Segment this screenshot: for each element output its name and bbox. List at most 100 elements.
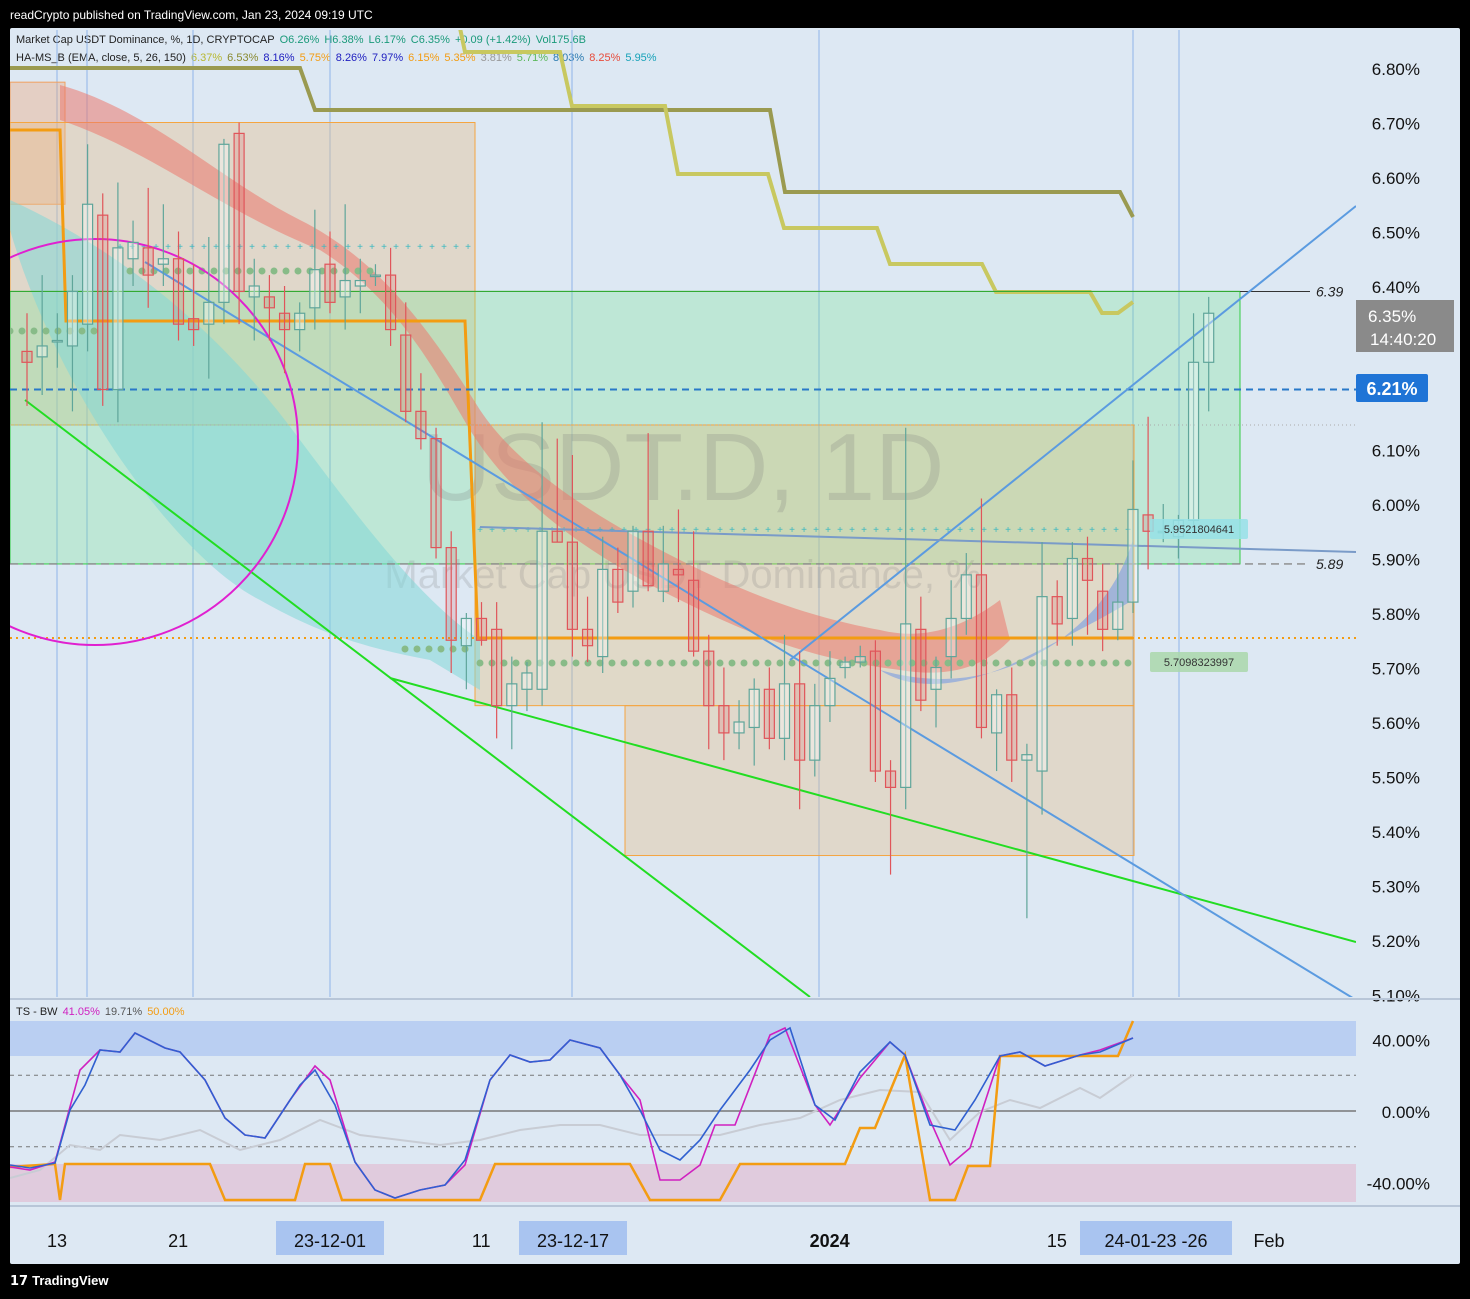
cyan-plus-dot: + [1089, 525, 1095, 536]
green-dot [752, 659, 760, 667]
y-axis-tick-label: 6.60% [1372, 169, 1420, 188]
cyan-plus-dot: + [345, 242, 351, 253]
x-axis-tick-label: 21 [168, 1231, 188, 1251]
cyan-plus-dot: + [417, 242, 423, 253]
green-dot [680, 659, 688, 667]
candle-body [627, 530, 639, 592]
green-dot [449, 645, 457, 653]
price-chart[interactable]: USDT.D, 1DMarket Cap USDT Dominance, %++… [0, 0, 1470, 1299]
green-dot [42, 327, 50, 335]
green-dot [524, 659, 532, 667]
candle-body [172, 258, 185, 325]
green-dot [692, 659, 700, 667]
candle-body [324, 263, 336, 303]
candle-body [1127, 508, 1139, 603]
candle-body [521, 672, 533, 690]
y-axis-tick-label: 6.80% [1372, 60, 1420, 79]
cyan-plus-dot: + [801, 525, 807, 536]
green-dot [30, 327, 38, 335]
candle-body [66, 290, 79, 347]
last-price-label: 6.35% [1368, 307, 1416, 326]
y-axis-tick-label: 6.70% [1372, 115, 1420, 134]
green-dot [413, 645, 421, 653]
candle-body [1112, 601, 1124, 630]
candle-body [687, 579, 700, 652]
candle-body [960, 574, 972, 620]
green-dot [620, 659, 628, 667]
candle-body [475, 617, 488, 641]
cyan-plus-dot: + [1101, 525, 1107, 536]
candle-body [188, 318, 200, 331]
candle-body [657, 563, 669, 592]
cyan-plus-dot: + [657, 525, 663, 536]
candle-body [975, 574, 988, 729]
green-dot [956, 659, 964, 667]
cyan-plus-dot: + [513, 525, 519, 536]
green-dot [18, 327, 26, 335]
candle-body [506, 683, 518, 707]
candle-body [900, 623, 912, 789]
resistance-value-label: 6.39 [1316, 283, 1343, 299]
candle-body [415, 410, 427, 440]
candle-body [824, 677, 836, 707]
green-dot [1112, 659, 1120, 667]
cyan-plus-dot: + [957, 525, 963, 536]
candle-body [233, 132, 245, 293]
candle-body [248, 285, 260, 298]
lime-step-line [458, 30, 1135, 315]
green-dots-value-label: 5.7098323997 [1164, 657, 1234, 669]
green-dot [425, 645, 433, 653]
candle-body [869, 650, 882, 772]
cyan-plus-dot: + [1065, 525, 1071, 536]
green-dot [944, 659, 952, 667]
green-dot [54, 327, 62, 335]
cyan-plus-dot: + [369, 242, 375, 253]
cyan-plus-dot: + [969, 525, 975, 536]
cyan-plus-dot: + [1041, 525, 1047, 536]
y-axis-tick-label: 5.30% [1372, 878, 1420, 897]
cyan-plus-dot: + [885, 525, 891, 536]
x-axis-tick-label: 15 [1047, 1231, 1067, 1251]
candle-body [112, 247, 124, 391]
y-axis-tick-label: 5.10% [1372, 987, 1420, 1006]
green-dot [764, 659, 772, 667]
x-axis-tick-label: Feb [1253, 1231, 1284, 1251]
green-dot [968, 659, 976, 667]
candle-body [915, 628, 927, 701]
candle-body [400, 334, 412, 412]
y-axis-tick-label: 5.70% [1372, 660, 1420, 679]
candle-body [930, 666, 942, 690]
candle-body [21, 350, 33, 363]
green-dot [788, 659, 796, 667]
cyan-plus-dot: + [993, 525, 999, 536]
x-axis-tick-label: 13 [47, 1231, 67, 1251]
candle-body [748, 688, 760, 729]
green-dot [1052, 659, 1060, 667]
footer-brand: TradingView [32, 1273, 109, 1288]
green-dot [461, 645, 469, 653]
green-dot [512, 659, 520, 667]
green-dot [884, 659, 892, 667]
green-dot [560, 659, 568, 667]
cyan-plus-dot: + [909, 525, 915, 536]
cyan-plus-dot: + [429, 242, 435, 253]
candle-body [369, 274, 382, 278]
x-axis-date-label: 23-12-17 [537, 1231, 609, 1251]
candle-body [97, 214, 109, 391]
cyan-plus-dot: + [777, 525, 783, 536]
y-axis-tick-label: 6.50% [1372, 224, 1420, 243]
cyan-plus-dot: + [393, 242, 399, 253]
tradingview-footer: 17 TradingView [10, 1273, 108, 1289]
green-dot [608, 659, 616, 667]
cyan-plus-dot: + [261, 242, 267, 253]
green-dot [1028, 659, 1036, 667]
green-dot [1064, 659, 1072, 667]
green-dot [437, 645, 445, 653]
green-dot [644, 659, 652, 667]
green-dot [210, 267, 218, 275]
candle-body [203, 301, 215, 325]
green-dot [282, 267, 290, 275]
candle-body [566, 541, 579, 630]
candle-body [763, 688, 775, 739]
green-dot [90, 327, 98, 335]
